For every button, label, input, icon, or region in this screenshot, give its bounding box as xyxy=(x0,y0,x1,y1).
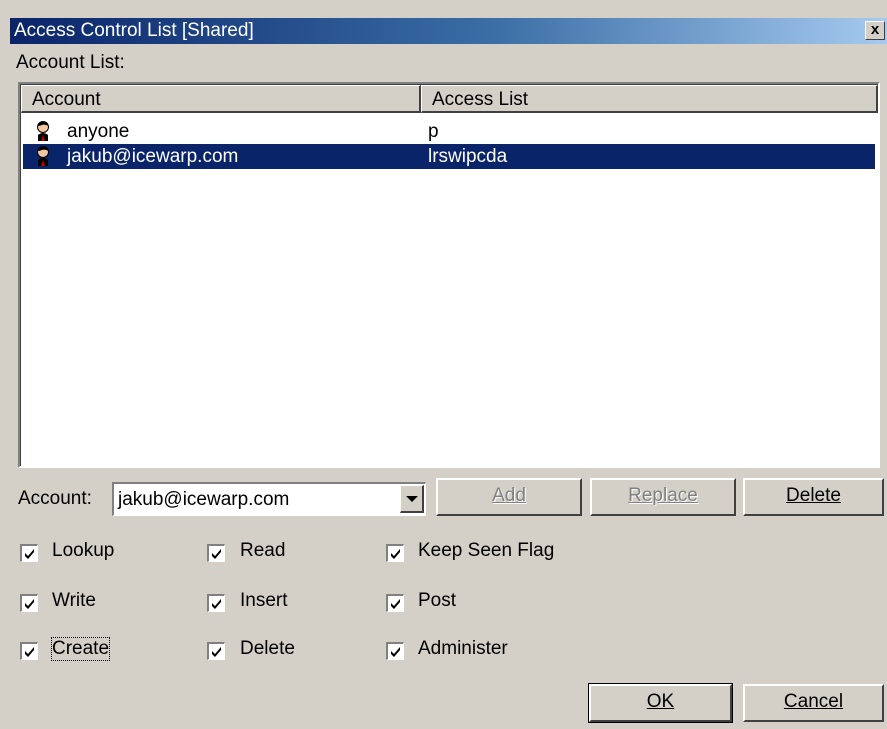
access-rights: lrswipcda xyxy=(428,146,508,167)
account-list[interactable]: Account Access List anyone p jakub@icewa… xyxy=(18,82,880,468)
lookup-checkbox[interactable] xyxy=(20,544,38,562)
checkmark-icon xyxy=(212,549,221,559)
administer-label: Administer xyxy=(418,638,508,659)
insert-checkbox[interactable] xyxy=(207,594,225,612)
delete-label: Delete xyxy=(240,638,295,659)
create-checkbox[interactable] xyxy=(20,642,38,660)
account-name: jakub@icewarp.com xyxy=(67,146,239,167)
checkmark-icon xyxy=(25,549,34,559)
user-icon xyxy=(33,120,53,142)
checkmark-icon xyxy=(391,549,400,559)
replace-button-label: Replace xyxy=(628,485,698,506)
write-label: Write xyxy=(52,590,96,611)
account-name: anyone xyxy=(67,121,130,142)
cancel-button-label: Cancel xyxy=(783,691,844,712)
list-item[interactable]: anyone p xyxy=(23,119,875,144)
account-combobox[interactable]: jakub@icewarp.com xyxy=(112,482,426,516)
ok-button[interactable]: OK xyxy=(588,683,733,723)
close-icon[interactable]: x xyxy=(865,21,885,40)
cancel-button[interactable]: Cancel xyxy=(743,684,884,722)
checkmark-icon xyxy=(25,599,34,609)
account-input[interactable]: jakub@icewarp.com xyxy=(118,489,289,511)
account-list-label: Account List: xyxy=(16,52,125,73)
chevron-down-icon xyxy=(406,496,418,502)
insert-label: Insert xyxy=(240,590,288,611)
list-item[interactable]: jakub@icewarp.com lrswipcda xyxy=(23,144,875,169)
window-title: Access Control List [Shared] xyxy=(14,20,254,41)
keep-seen-flag-label: Keep Seen Flag xyxy=(418,540,555,561)
add-button[interactable]: Add xyxy=(436,478,582,516)
delete-checkbox[interactable] xyxy=(207,642,225,660)
write-checkbox[interactable] xyxy=(20,594,38,612)
ok-button-label: OK xyxy=(646,691,675,712)
access-rights: p xyxy=(428,121,439,142)
column-header-account[interactable]: Account xyxy=(21,85,421,113)
checkmark-icon xyxy=(212,599,221,609)
post-checkbox[interactable] xyxy=(386,594,404,612)
checkmark-icon xyxy=(212,647,221,657)
title-bar[interactable]: Access Control List [Shared] x xyxy=(10,18,887,44)
user-icon xyxy=(33,145,53,167)
checkmark-icon xyxy=(391,647,400,657)
account-label: Account: xyxy=(18,488,92,509)
delete-button[interactable]: Delete xyxy=(743,478,884,516)
read-checkbox[interactable] xyxy=(207,544,225,562)
administer-checkbox[interactable] xyxy=(386,642,404,660)
acl-dialog: Access Control List [Shared] x Account L… xyxy=(0,0,887,729)
column-header-access-list[interactable]: Access List xyxy=(421,85,878,113)
lookup-label: Lookup xyxy=(52,540,115,561)
read-label: Read xyxy=(240,540,286,561)
keep-seen-flag-checkbox[interactable] xyxy=(386,544,404,562)
checkmark-icon xyxy=(391,599,400,609)
post-label: Post xyxy=(418,590,457,611)
delete-button-label: Delete xyxy=(786,485,841,506)
add-button-label: Add xyxy=(492,485,526,506)
checkmark-icon xyxy=(25,647,34,657)
create-label: Create xyxy=(50,637,111,661)
dropdown-button[interactable] xyxy=(400,485,424,513)
replace-button[interactable]: Replace xyxy=(590,478,736,516)
